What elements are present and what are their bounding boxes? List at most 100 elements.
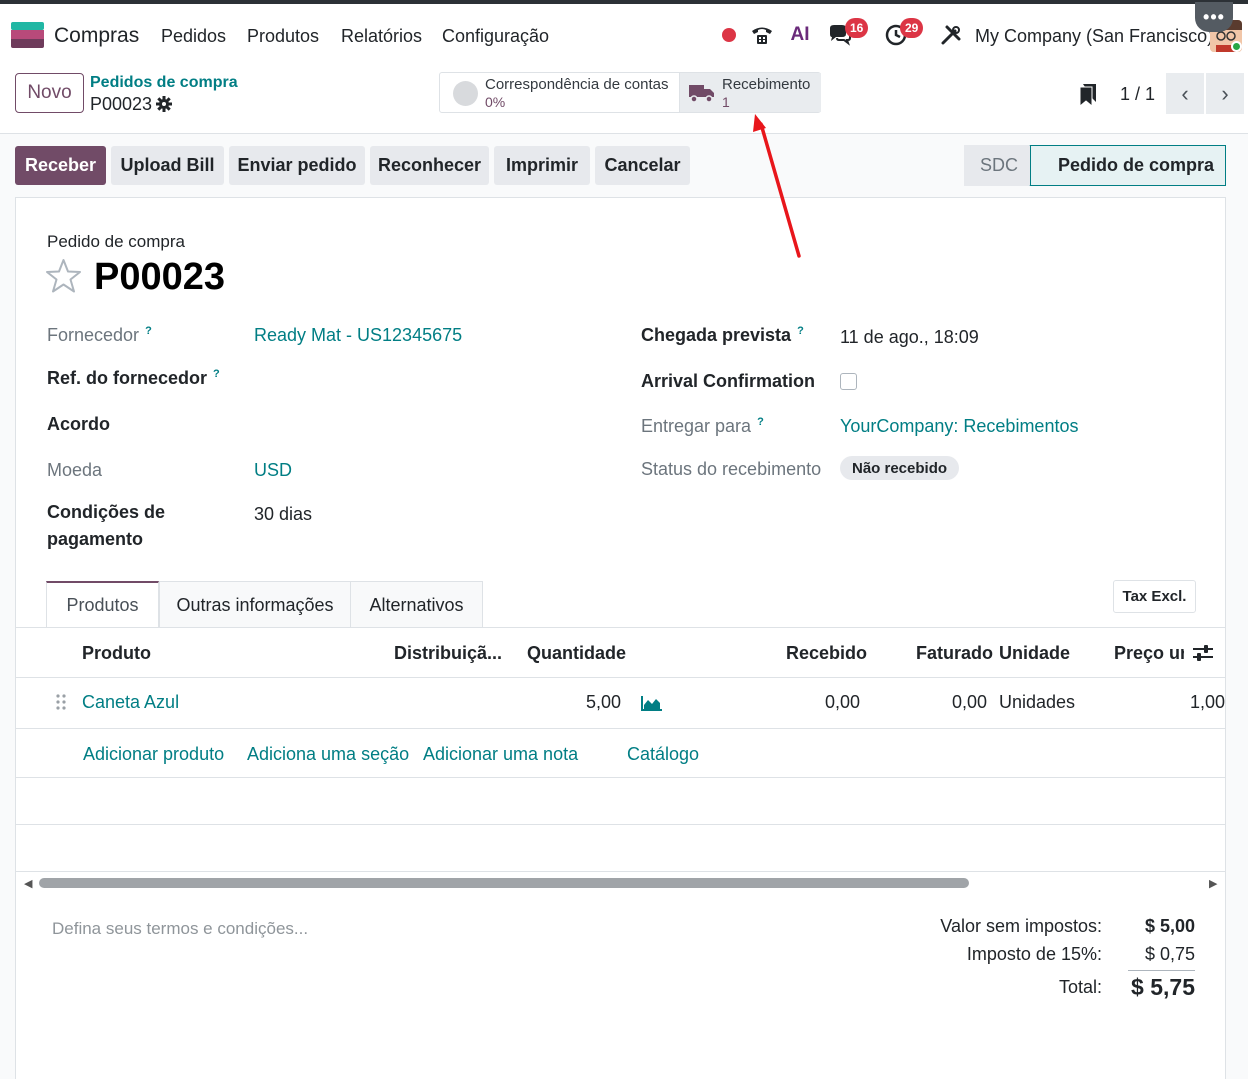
annotation-arrow-icon [753, 114, 801, 258]
tax-excluded-toggle[interactable]: Tax Excl. [1113, 580, 1196, 613]
bookmark-icon[interactable] [1079, 84, 1096, 108]
scroll-right-icon[interactable]: ▶ [1209, 877, 1217, 890]
more-options-icon[interactable]: ••• [1195, 2, 1233, 32]
drag-handle-icon[interactable] [56, 693, 66, 711]
agreement-field[interactable] [254, 414, 554, 438]
row-billed: 0,00 [951, 692, 987, 712]
top-navbar: Compras Pedidos Produtos Relatórios Conf… [0, 0, 1248, 64]
progress-circle-icon [453, 81, 478, 106]
row-quantity[interactable]: 5,00 [536, 692, 621, 713]
payment-terms-label-line2: pagamento [47, 529, 144, 549]
tab-products[interactable]: Produtos [46, 581, 159, 628]
app-title[interactable]: Compras [54, 24, 139, 48]
tax-label: Imposto de 15%: [966, 944, 1102, 964]
empty-row-divider-2 [16, 824, 1225, 825]
col-quantity[interactable]: Quantidade [527, 643, 626, 664]
currency-label: Moeda [47, 460, 103, 480]
payment-terms-label-line1: Condições de [47, 502, 166, 522]
expected-arrival-field[interactable]: 11 de ago., 18:09 [840, 327, 979, 348]
tools-icon[interactable] [938, 22, 964, 48]
smart-buttons: Correspondência de contas 0% Recebimento… [439, 72, 821, 113]
total-value: $ 5,75 [1131, 974, 1195, 1000]
bill-matching-title: Correspondência de contas [485, 76, 669, 93]
document-name: P00023 [94, 256, 226, 298]
receipt-status-label: Status do recebimento [641, 459, 822, 479]
tab-alternatives[interactable]: Alternativos [350, 581, 483, 628]
messages-badge: 16 [845, 18, 869, 38]
menu-relatorios[interactable]: Relatórios [341, 26, 422, 47]
tax-value: $ 0,75 [1144, 944, 1195, 964]
bill-matching-smart-button[interactable]: Correspondência de contas 0% [440, 73, 679, 112]
deliver-to-label: Entregar para? [641, 416, 764, 436]
menu-pedidos[interactable]: Pedidos [161, 26, 226, 47]
agreement-label: Acordo [47, 414, 110, 434]
cancel-button[interactable]: Cancelar [595, 146, 690, 185]
forecast-chart-icon[interactable] [641, 696, 662, 711]
phone-icon[interactable] [749, 22, 775, 48]
control-panel: Novo Pedidos de compra P00023 Correspond… [0, 64, 1248, 134]
status-bar: SDC Pedido de compra [964, 145, 1226, 186]
activities-badge: 29 [900, 18, 924, 38]
vendor-ref-label: Ref. do fornecedor? [47, 368, 220, 388]
company-switcher[interactable]: My Company (San Francisco) [975, 26, 1213, 47]
col-received[interactable]: Recebido [786, 643, 867, 664]
star-icon[interactable] [45, 258, 82, 294]
col-distribution[interactable]: Distribuiçã... [394, 643, 502, 664]
row-received: 0,00 [824, 692, 860, 712]
receive-button[interactable]: Receber [15, 146, 106, 185]
add-product-link[interactable]: Adicionar produto [83, 744, 224, 765]
scroll-left-icon[interactable]: ◀ [24, 877, 32, 890]
action-bar: Receber Upload Bill Enviar pedido Reconh… [0, 134, 1248, 197]
ai-icon[interactable]: AI [787, 22, 813, 48]
col-unit-price[interactable]: Preço ur [1114, 643, 1184, 664]
catalog-link[interactable]: Catálogo [627, 744, 699, 765]
terms-conditions-field[interactable]: Defina seus termos e condições... [52, 919, 308, 939]
header-divider [16, 677, 1225, 678]
gear-icon[interactable] [156, 96, 172, 112]
empty-row-divider-3 [16, 871, 1225, 872]
untaxed-amount-label: Valor sem impostos: [940, 916, 1102, 936]
form-sheet: Pedido de compra P00023 Fornecedor? Read… [15, 197, 1226, 1079]
vendor-ref-field[interactable] [254, 368, 554, 392]
col-unit[interactable]: Unidade [999, 643, 1070, 664]
total-label: Total: [1058, 977, 1102, 997]
record-icon[interactable] [716, 22, 742, 48]
row-product[interactable]: Caneta Azul [82, 692, 179, 713]
menu-produtos[interactable]: Produtos [247, 26, 319, 47]
acknowledge-button[interactable]: Reconhecer [370, 146, 489, 185]
tab-other-info[interactable]: Outras informações [159, 581, 351, 628]
breadcrumb-parent[interactable]: Pedidos de compra [90, 74, 238, 92]
empty-row-divider-1 [16, 777, 1225, 778]
payment-terms-field[interactable]: 30 dias [254, 504, 312, 525]
new-button[interactable]: Novo [15, 73, 84, 113]
breadcrumb-current: P00023 [90, 94, 153, 114]
document-type-label: Pedido de compra [47, 232, 185, 251]
column-settings-icon[interactable] [1193, 644, 1213, 662]
menu-configuracao[interactable]: Configuração [442, 26, 549, 47]
pager-previous-icon[interactable]: ‹ [1166, 73, 1204, 114]
scrollbar-thumb[interactable] [39, 878, 969, 888]
receipt-smart-button[interactable]: Recebimento 1 [679, 73, 821, 112]
truck-icon [689, 83, 715, 103]
currency-field[interactable]: USD [254, 460, 292, 481]
add-section-link[interactable]: Adiciona uma seção [247, 744, 409, 765]
pager-next-icon[interactable]: › [1206, 73, 1244, 114]
untaxed-amount-value: $ 5,00 [1144, 916, 1195, 936]
deliver-to-field[interactable]: YourCompany: Recebimentos [840, 416, 1078, 437]
send-order-button[interactable]: Enviar pedido [229, 146, 365, 185]
upload-bill-button[interactable]: Upload Bill [111, 146, 224, 185]
add-note-link[interactable]: Adicionar uma nota [423, 744, 578, 765]
print-button[interactable]: Imprimir [494, 146, 590, 185]
receipt-count: 1 [722, 94, 730, 110]
col-product[interactable]: Produto [82, 643, 151, 664]
arrival-confirmation-label: Arrival Confirmation [641, 371, 816, 391]
status-purchase-order[interactable]: Pedido de compra [1030, 145, 1226, 186]
col-billed[interactable]: Faturado [916, 643, 993, 664]
row-unit-price[interactable]: 1,00 [1166, 692, 1225, 713]
pager-value[interactable]: 1 / 1 [1120, 84, 1155, 105]
purchase-app-icon[interactable] [11, 22, 44, 48]
row-unit[interactable]: Unidades [999, 692, 1075, 713]
receipt-status-badge: Não recebido [840, 456, 960, 480]
vendor-field[interactable]: Ready Mat - US12345675 [254, 325, 462, 346]
arrival-confirmation-checkbox[interactable] [840, 373, 857, 390]
